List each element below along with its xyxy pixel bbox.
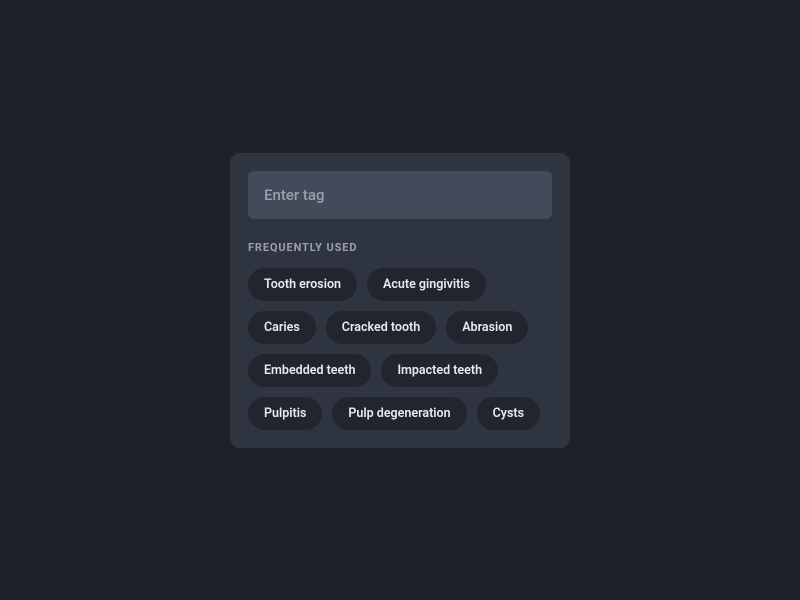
tag-chip[interactable]: Pulp degeneration bbox=[332, 397, 466, 430]
tag-chip[interactable]: Pulpitis bbox=[248, 397, 322, 430]
tag-input[interactable] bbox=[248, 171, 552, 219]
tag-chip[interactable]: Embedded teeth bbox=[248, 354, 371, 387]
tag-picker-panel: FREQUENTLY USED Tooth erosion Acute ging… bbox=[230, 153, 570, 448]
tag-chip[interactable]: Tooth erosion bbox=[248, 268, 357, 301]
tag-chip[interactable]: Caries bbox=[248, 311, 316, 344]
frequently-used-label: FREQUENTLY USED bbox=[248, 241, 552, 254]
tag-chip[interactable]: Impacted teeth bbox=[381, 354, 498, 387]
tag-chip[interactable]: Cracked tooth bbox=[326, 311, 436, 344]
tag-chip[interactable]: Acute gingivitis bbox=[367, 268, 486, 301]
tag-chip[interactable]: Abrasion bbox=[446, 311, 528, 344]
tags-container: Tooth erosion Acute gingivitis Caries Cr… bbox=[248, 268, 552, 430]
tag-chip[interactable]: Cysts bbox=[477, 397, 540, 430]
